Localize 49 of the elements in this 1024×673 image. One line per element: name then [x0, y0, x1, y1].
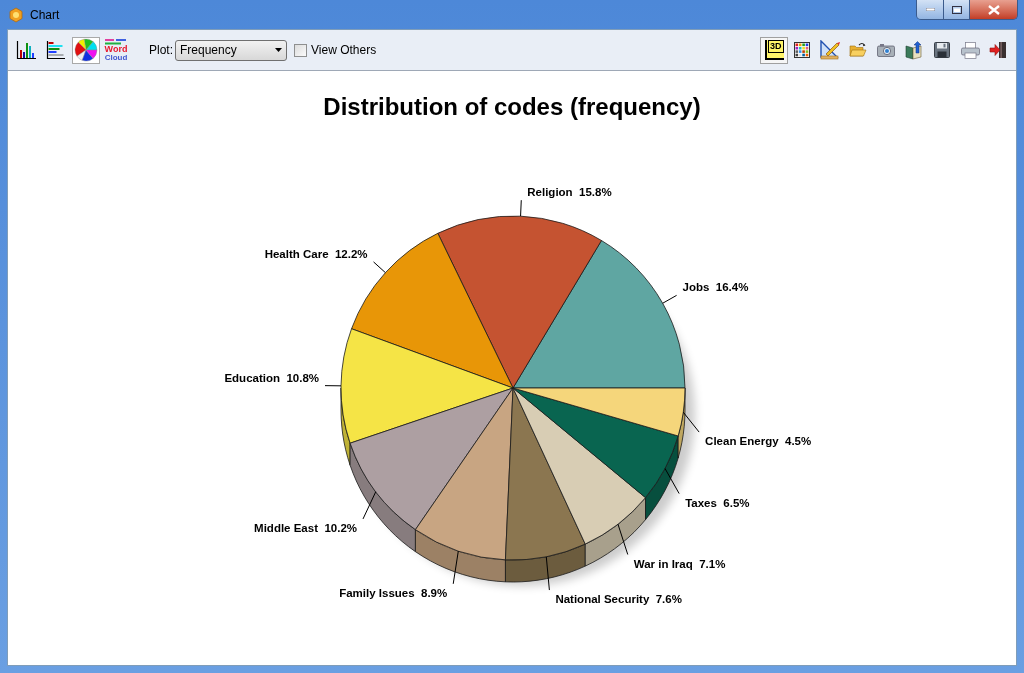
bar-chart-icon: [15, 40, 37, 60]
plot-label: Plot:: [149, 42, 173, 59]
horizontal-bar-chart-icon: [46, 40, 66, 60]
app-icon: [8, 6, 24, 23]
minimize-button[interactable]: [917, 0, 944, 19]
print-icon[interactable]: [960, 41, 980, 59]
view-others-checkbox[interactable]: [294, 43, 307, 57]
slice-label: Education 10.8%: [224, 371, 319, 384]
caret-icon: [275, 48, 282, 52]
pie-chart-button[interactable]: [72, 36, 100, 64]
leader-line: [520, 199, 522, 217]
maximize-button[interactable]: [944, 0, 970, 19]
leader-line: [452, 550, 459, 585]
slice-label: Clean Energy 4.5%: [705, 435, 812, 448]
slice-label: Health Care 12.2%: [264, 247, 368, 260]
slice-label: Jobs 16.4%: [682, 281, 749, 294]
slice-label: War in Iraq 7.1%: [633, 557, 726, 570]
leader-line: [662, 294, 678, 304]
slice-label: Middle East 10.2%: [254, 521, 357, 534]
window-title: Chart: [30, 6, 60, 24]
pie-chart-icon: [74, 38, 98, 62]
maximize-icon: [951, 5, 962, 14]
save-icon[interactable]: [934, 42, 950, 58]
color-grid-icon[interactable]: [794, 42, 810, 58]
slice-label: Family Issues 8.9%: [339, 586, 448, 599]
leader-line: [545, 556, 550, 591]
close-button[interactable]: [970, 0, 1017, 19]
leader-line: [664, 468, 680, 495]
ruler-pencil-icon[interactable]: [820, 40, 840, 60]
checkbox-label: View Others: [311, 42, 377, 59]
leader-line: [362, 491, 377, 520]
3d-toggle-button[interactable]: 3D: [760, 36, 788, 64]
word-cloud-button[interactable]: Word Cloud: [102, 36, 130, 64]
slice-label: National Security 7.6%: [555, 593, 682, 606]
camera-icon[interactable]: [877, 43, 895, 57]
leader-line: [324, 385, 342, 387]
book-icon[interactable]: [905, 40, 923, 60]
folder-icon[interactable]: [849, 42, 867, 58]
slice-label: Religion 15.8%: [527, 186, 612, 199]
chart-title: Distribution of codes (frequency): [322, 92, 702, 120]
slice-label: Taxes 6.5%: [685, 496, 750, 509]
minimize-icon: [925, 8, 935, 11]
close-icon: [987, 4, 1000, 15]
leader-line: [682, 411, 700, 433]
exit-door-icon[interactable]: [989, 41, 1007, 59]
leader-line: [617, 523, 629, 555]
leader-line: [373, 261, 386, 274]
plot-dropdown[interactable]: Frequency: [175, 39, 287, 61]
text-lines-icon: [105, 38, 127, 45]
